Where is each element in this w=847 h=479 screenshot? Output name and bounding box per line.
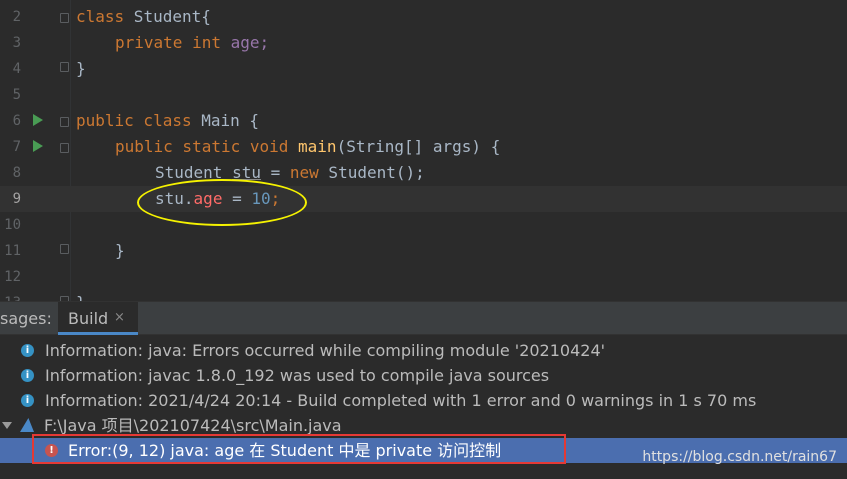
code-line[interactable]: 4 }	[0, 56, 847, 82]
line-number: 8	[12, 165, 21, 181]
variable-name: stu	[155, 189, 184, 208]
closing-brace: }	[76, 290, 86, 301]
code-line[interactable]: 2 class Student{	[0, 4, 847, 30]
class-name: Student{	[124, 7, 211, 26]
message-text: Information: java: Errors occurred while…	[45, 341, 606, 360]
close-icon[interactable]: ×	[114, 310, 125, 325]
error-field: age	[193, 189, 223, 208]
closing-brace: }	[76, 59, 86, 78]
file-tree-node[interactable]: F:\Java 项目\202107424\src\Main.java	[0, 413, 847, 438]
keyword: new	[289, 163, 319, 182]
keyword: public class	[76, 111, 192, 130]
type-name: Student	[155, 163, 223, 182]
method-name: main	[298, 137, 337, 156]
build-tool-window: sages: Build × i Information: java: Erro…	[0, 301, 847, 479]
info-icon: i	[21, 369, 34, 382]
error-text: Error:(9, 12) java: age 在 Student 中是 pri…	[68, 441, 502, 460]
fold-marker-icon[interactable]	[60, 62, 69, 72]
line-number: 10	[4, 217, 21, 233]
code-line[interactable]: 5	[0, 82, 847, 108]
keyword: private int	[115, 33, 221, 52]
code-line-current[interactable]: 9 stu.age = 10;	[0, 186, 847, 212]
message-row[interactable]: i Information: java: Errors occurred whi…	[0, 338, 847, 363]
line-number: 11	[4, 243, 21, 259]
line-number: 6	[12, 113, 21, 129]
code-line[interactable]: 6 public class Main {	[0, 108, 847, 134]
tab-build[interactable]: Build ×	[58, 302, 138, 335]
line-number: 12	[4, 269, 21, 285]
tool-window-tabbar: sages: Build ×	[0, 301, 847, 335]
message-text: Information: javac 1.8.0_192 was used to…	[45, 366, 550, 385]
tab-messages[interactable]: sages:	[0, 309, 52, 328]
info-icon: i	[21, 344, 34, 357]
active-tab-indicator	[58, 332, 138, 335]
tab-build-label: Build	[68, 309, 109, 328]
watermark: https://blog.csdn.net/rain67	[642, 449, 837, 465]
class-name: Main {	[191, 111, 260, 130]
line-number: 7	[12, 139, 21, 155]
fold-marker-icon[interactable]	[60, 117, 69, 127]
code-line[interactable]: 11 }	[0, 238, 847, 264]
expand-toggle-icon[interactable]	[2, 422, 12, 429]
message-row[interactable]: i Information: 2021/4/24 20:14 - Build c…	[0, 388, 847, 413]
keyword: public static void	[115, 137, 289, 156]
closing-brace: }	[115, 241, 125, 260]
method-params: (String[] args) {	[336, 137, 501, 156]
line-number: 3	[12, 35, 21, 51]
line-number: 9	[12, 191, 21, 207]
message-text: Information: 2021/4/24 20:14 - Build com…	[45, 391, 757, 410]
fold-marker-icon[interactable]	[60, 244, 69, 254]
code-line[interactable]: 3 private int age;	[0, 30, 847, 56]
field-declaration: age;	[220, 33, 270, 52]
keyword: class	[76, 7, 125, 26]
variable-name: stu	[232, 163, 261, 182]
code-line[interactable]: 10	[0, 212, 847, 238]
line-number: 13	[0, 290, 21, 301]
code-line[interactable]: 7 public static void main(String[] args)…	[0, 134, 847, 160]
code-editor[interactable]: 2 class Student{ 3 private int age; 4 } …	[0, 0, 847, 301]
number-literal: 10	[251, 189, 271, 208]
code-line[interactable]: 12	[0, 264, 847, 290]
line-number: 2	[12, 9, 21, 25]
code-line[interactable]: 13 }	[0, 290, 847, 301]
fold-marker-icon[interactable]	[60, 13, 69, 23]
line-number: 5	[12, 87, 21, 103]
java-file-icon	[20, 418, 34, 432]
info-icon: i	[21, 394, 34, 407]
error-icon: !	[45, 444, 58, 457]
line-number: 4	[12, 61, 21, 77]
run-method-icon[interactable]	[33, 140, 43, 152]
run-class-icon[interactable]	[33, 114, 43, 126]
code-line[interactable]: 8 Student stu = new Student();	[0, 160, 847, 186]
file-path: F:\Java 项目\202107424\src\Main.java	[44, 416, 342, 435]
fold-marker-icon[interactable]	[60, 143, 69, 153]
message-row[interactable]: i Information: javac 1.8.0_192 was used …	[0, 363, 847, 388]
